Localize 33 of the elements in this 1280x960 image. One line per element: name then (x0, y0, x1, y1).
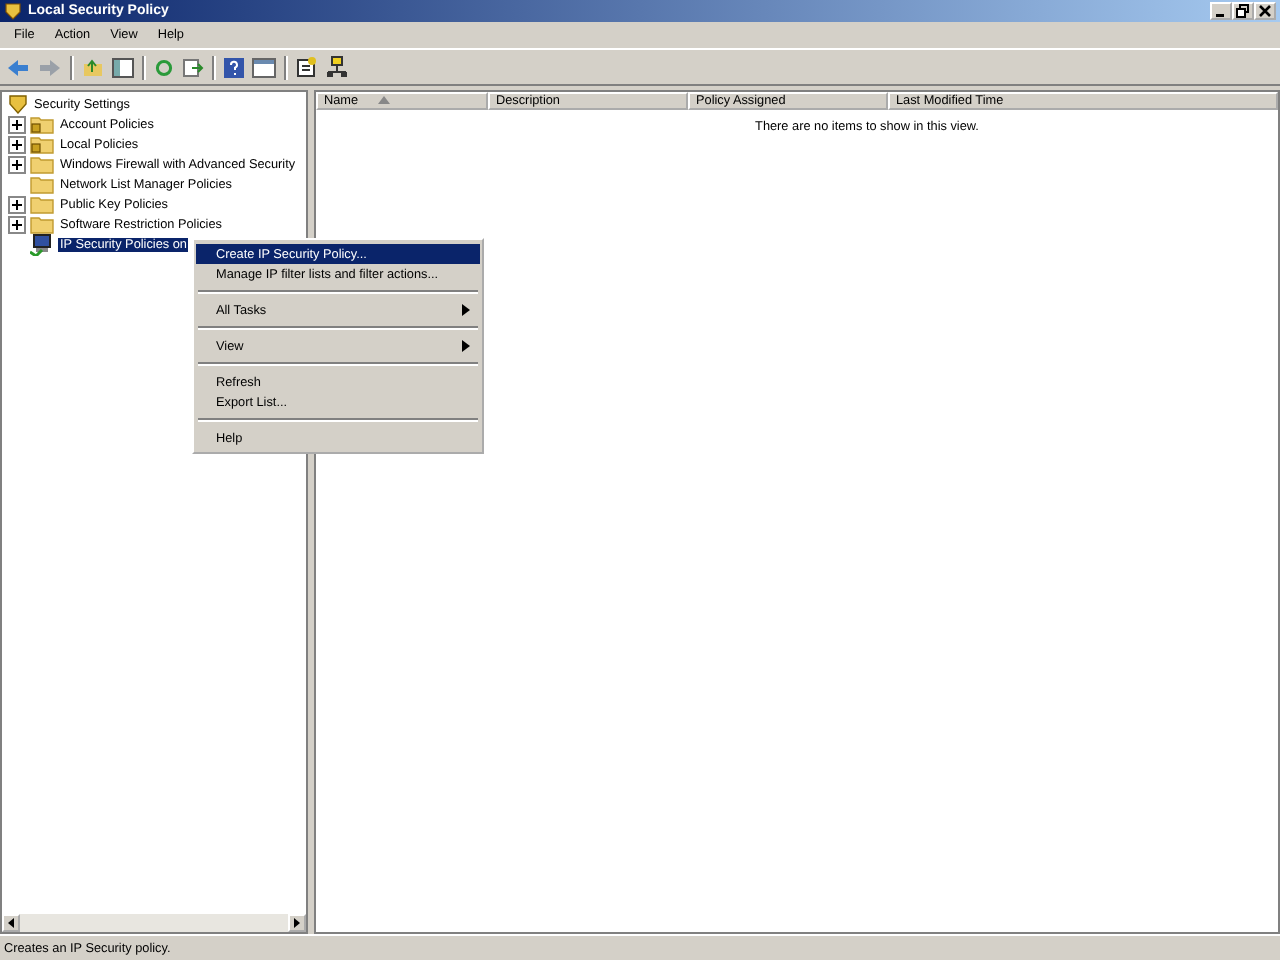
expand-icon[interactable] (8, 215, 26, 233)
right-arrow-icon[interactable] (292, 918, 302, 928)
expand-icon[interactable] (8, 155, 26, 173)
minimize-button[interactable] (1210, 2, 1232, 20)
folder-up-icon[interactable] (82, 57, 104, 77)
folder-icon (30, 194, 54, 214)
submenu-arrow-icon (462, 304, 470, 316)
locked-folder-icon (30, 134, 54, 154)
folder-icon (30, 174, 54, 194)
close-button[interactable] (1254, 2, 1276, 20)
network-icon[interactable] (326, 56, 348, 78)
window-icon[interactable] (252, 57, 276, 77)
help-icon[interactable] (224, 57, 244, 77)
left-arrow-icon[interactable] (6, 918, 16, 928)
restore-icon (1236, 4, 1250, 18)
back-icon[interactable] (6, 57, 30, 77)
expand-icon[interactable] (8, 115, 26, 133)
locked-folder-icon (30, 114, 54, 134)
submenu-arrow-icon (462, 340, 470, 352)
computer-icon (30, 233, 54, 255)
folder-icon (30, 214, 54, 234)
export-icon[interactable] (182, 57, 204, 77)
shield-icon (8, 94, 28, 114)
shield-icon (4, 2, 22, 20)
folder-icon (30, 154, 54, 174)
horizontal-scrollbar[interactable] (2, 914, 306, 932)
expand-icon[interactable] (8, 195, 26, 213)
policy-icon[interactable] (296, 56, 318, 78)
sort-icon (378, 96, 391, 104)
restore-button[interactable] (1232, 2, 1254, 20)
close-icon (1258, 4, 1272, 18)
pane-icon[interactable] (112, 57, 134, 77)
expand-icon[interactable] (8, 135, 26, 153)
